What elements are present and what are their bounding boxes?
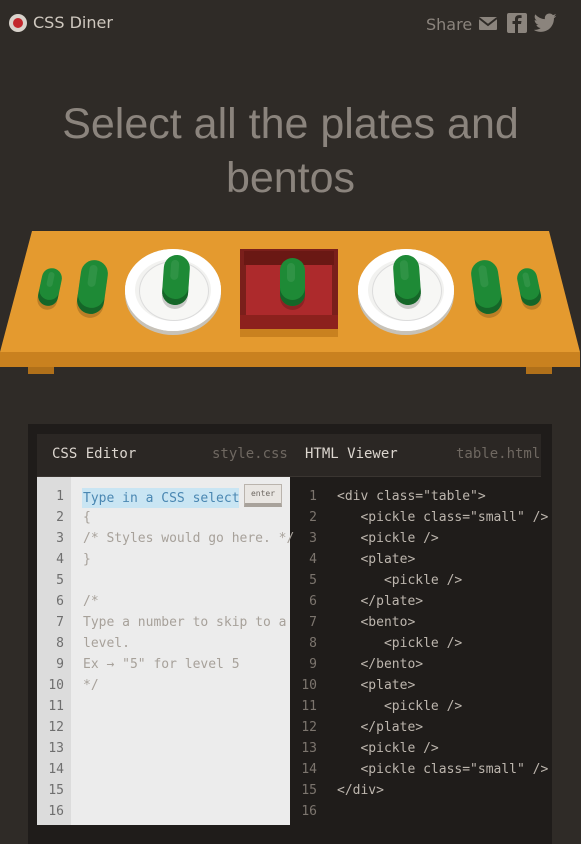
line-number: 2 xyxy=(56,510,64,525)
bento-shadow xyxy=(240,329,338,337)
line-number: 10 xyxy=(48,678,64,693)
html-viewer-title: HTML Viewer xyxy=(305,446,398,462)
line-number: 10 xyxy=(301,678,317,693)
html-code-line: <pickle class="small" /> xyxy=(337,762,549,777)
line-number: 7 xyxy=(56,615,64,630)
line-number: 1 xyxy=(309,489,317,504)
html-code-line: </plate> xyxy=(337,720,424,735)
line-number: 1 xyxy=(56,489,64,504)
line-number: 6 xyxy=(56,594,64,609)
line-number: 14 xyxy=(48,762,64,777)
twitter-icon[interactable] xyxy=(534,13,557,33)
mail-icon[interactable] xyxy=(478,13,498,33)
line-number: 15 xyxy=(301,783,317,798)
line-number: 2 xyxy=(309,510,317,525)
line-number: 12 xyxy=(48,720,64,735)
html-code-line: <plate> xyxy=(337,552,416,567)
pickle[interactable] xyxy=(280,258,305,306)
line-number: 16 xyxy=(48,804,64,819)
line-number: 8 xyxy=(309,636,317,651)
html-code-line: <div class="table"> xyxy=(337,489,486,504)
line-number: 5 xyxy=(309,573,317,588)
top-bar: CSS Diner Share xyxy=(0,0,581,48)
css-code-line: { xyxy=(83,510,91,525)
html-code-line: <pickle /> xyxy=(337,573,463,588)
line-number: 9 xyxy=(309,657,317,672)
line-number: 11 xyxy=(301,699,317,714)
css-code-line: /* xyxy=(83,594,99,609)
line-number: 13 xyxy=(48,741,64,756)
bento-front xyxy=(240,315,338,329)
html-code-line: <pickle /> xyxy=(337,636,463,651)
level-title: Select all the plates and bentos xyxy=(62,99,519,202)
html-code-line: </plate> xyxy=(337,594,424,609)
line-number: 4 xyxy=(309,552,317,567)
line-number: 9 xyxy=(56,657,64,672)
html-code-line: <pickle class="small" /> xyxy=(337,510,549,525)
line-number: 15 xyxy=(48,783,64,798)
line-number: 6 xyxy=(309,594,317,609)
line-number: 11 xyxy=(48,699,64,714)
line-number: 3 xyxy=(309,531,317,546)
enter-button[interactable]: enter xyxy=(244,484,282,507)
line-number: 16 xyxy=(301,804,317,819)
html-code-line: <pickle /> xyxy=(337,699,463,714)
facebook-icon[interactable] xyxy=(507,13,527,33)
line-number: 5 xyxy=(56,573,64,588)
html-code-line: <pickle /> xyxy=(337,531,439,546)
brand-name[interactable]: CSS Diner xyxy=(33,13,113,32)
html-code-line: </bento> xyxy=(337,657,424,672)
css-code-line: /* Styles would go here. */ xyxy=(83,531,295,546)
css-selector-input[interactable] xyxy=(82,488,239,508)
html-code-line: <pickle /> xyxy=(337,741,439,756)
css-filename: style.css xyxy=(212,446,288,462)
html-code-line: <plate> xyxy=(337,678,416,693)
share-label: Share xyxy=(426,15,473,34)
html-code-line: </div> xyxy=(337,783,384,798)
css-editor-title: CSS Editor xyxy=(52,446,137,462)
logo-icon[interactable] xyxy=(9,14,27,32)
line-number: 8 xyxy=(56,636,64,651)
line-number: 12 xyxy=(301,720,317,735)
pickle[interactable] xyxy=(392,254,422,306)
css-code-line: } xyxy=(83,552,91,567)
line-number: 3 xyxy=(56,531,64,546)
line-number: 4 xyxy=(56,552,64,567)
html-code-line: <bento> xyxy=(337,615,416,630)
css-code-line: Type a number to skip to a xyxy=(83,615,287,630)
line-number: 14 xyxy=(301,762,317,777)
pickle[interactable] xyxy=(161,254,191,306)
css-code-line: level. xyxy=(83,636,130,651)
css-code-line: */ xyxy=(83,678,99,693)
html-filename: table.html xyxy=(456,446,541,462)
line-number: 7 xyxy=(309,615,317,630)
css-code-line: Ex → "5" for level 5 xyxy=(83,657,240,672)
line-number: 13 xyxy=(301,741,317,756)
